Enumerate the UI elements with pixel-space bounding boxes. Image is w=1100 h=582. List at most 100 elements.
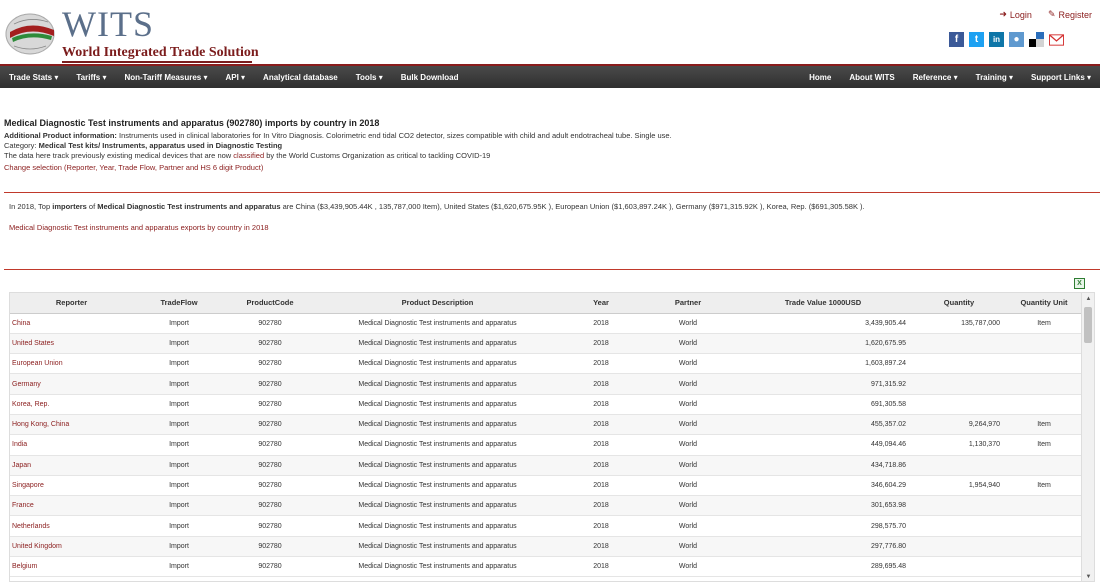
column-header[interactable]: Year <box>560 293 642 314</box>
table-cell: 902780 <box>225 414 315 436</box>
reporter-link[interactable]: India <box>10 434 133 456</box>
table-cell: 902780 <box>225 353 315 375</box>
scroll-thumb[interactable] <box>1084 307 1092 343</box>
table-cell: Import <box>133 414 225 436</box>
reporter-link[interactable]: China <box>10 313 133 334</box>
column-header[interactable]: Quantity Unit <box>1006 293 1082 314</box>
table-cell <box>912 495 1006 517</box>
reddit-icon[interactable]: ● <box>1009 32 1024 47</box>
table-cell: 1,130,370 <box>912 434 1006 456</box>
reporter-link[interactable]: Singapore <box>10 475 133 497</box>
linkedin-icon[interactable]: in <box>989 32 1004 47</box>
table-cell: World <box>642 434 734 456</box>
register-link[interactable]: ✎ Register <box>1048 9 1092 20</box>
table-cell: Item <box>1006 434 1082 456</box>
twitter-icon[interactable]: t <box>969 32 984 47</box>
globe-icon <box>5 13 55 55</box>
table-cell: 902780 <box>225 495 315 517</box>
table-cell: 2018 <box>560 434 642 456</box>
table-row[interactable]: India Import 902780 Medical Diagnostic Test… <box>10 434 1082 456</box>
table-cell: 902780 <box>225 556 315 578</box>
table-cell: World <box>642 475 734 497</box>
reporter-link[interactable]: Netherlands <box>10 515 133 537</box>
table-row[interactable]: France Import 902780 Medical Diagnostic Tes… <box>10 495 1082 517</box>
email-icon[interactable] <box>1049 32 1064 47</box>
table-row[interactable]: Hong Kong, China Import 902780 Medical Diag… <box>10 414 1082 436</box>
nav-item[interactable]: Home <box>800 73 840 82</box>
column-header[interactable]: ProductCode <box>225 293 315 314</box>
column-header[interactable]: Reporter <box>10 293 133 314</box>
table-cell: Medical Diagnostic Test instruments and … <box>315 373 560 395</box>
table-cell <box>1006 515 1082 537</box>
reporter-link[interactable]: European Union <box>10 353 133 375</box>
table-cell <box>1006 536 1082 558</box>
login-icon: ➜ <box>999 9 1007 19</box>
reporter-link[interactable]: France <box>10 495 133 517</box>
table-cell: Medical Diagnostic Test instruments and … <box>315 475 560 497</box>
reporter-link[interactable]: United States <box>10 333 133 355</box>
wits-logo[interactable]: WITS World Integrated Trade Solution <box>4 6 259 63</box>
table-cell: World <box>642 414 734 436</box>
table-row[interactable]: China Import 902780 Medical Diagnostic Test… <box>10 313 1082 334</box>
delicious-icon[interactable] <box>1029 32 1044 47</box>
nav-item[interactable]: Analytical database <box>254 73 347 82</box>
table-cell: Medical Diagnostic Test instruments and … <box>315 455 560 476</box>
nav-item[interactable]: API ▾ <box>216 73 254 82</box>
table-cell: 902780 <box>225 333 315 355</box>
table-cell: Import <box>133 556 225 578</box>
table-row[interactable]: Netherlands Import 902780 Medical Diagnosti… <box>10 515 1082 537</box>
reporter-link[interactable]: Hong Kong, China <box>10 414 133 436</box>
table-cell: Item <box>1006 313 1082 334</box>
change-selection-link[interactable]: Change selection (Reporter, Year, Trade … <box>4 163 1094 173</box>
scroll-up-icon[interactable]: ▲ <box>1082 293 1094 305</box>
table-row[interactable]: United States Import 902780 Medical Diagnos… <box>10 333 1082 355</box>
table-body: China Import 902780 Medical Diagnostic Test… <box>10 313 1082 578</box>
exports-link[interactable]: Medical Diagnostic Test instruments and … <box>9 223 269 232</box>
table-row[interactable]: Japan Import 902780 Medical Diagnostic Test… <box>10 455 1082 476</box>
nav-item[interactable]: Tools ▾ <box>347 73 392 82</box>
reporter-link[interactable]: United Kingdom <box>10 536 133 558</box>
table-cell <box>1006 353 1082 375</box>
column-header[interactable]: Product Description <box>315 293 560 314</box>
table-cell: World <box>642 495 734 517</box>
table-row[interactable]: Korea, Rep. Import 902780 Medical Diagnosti… <box>10 394 1082 415</box>
reporter-link[interactable]: Germany <box>10 373 133 395</box>
column-header[interactable]: Trade Value 1000USD <box>734 293 912 314</box>
column-header[interactable]: Quantity <box>912 293 1006 314</box>
table-cell <box>912 353 1006 375</box>
table-cell: Medical Diagnostic Test instruments and … <box>315 394 560 415</box>
table-cell: Import <box>133 495 225 517</box>
table-row[interactable]: Germany Import 902780 Medical Diagnostic Te… <box>10 373 1082 395</box>
table-row[interactable]: United Kingdom Import 902780 Medical Diagno… <box>10 536 1082 558</box>
login-link[interactable]: ➜ Login <box>999 9 1032 20</box>
table-cell: 1,603,897.24 <box>734 353 912 375</box>
classified-link[interactable]: classified <box>233 151 264 160</box>
nav-item[interactable]: Trade Stats ▾ <box>0 73 67 82</box>
excel-export-icon[interactable]: X <box>1074 278 1085 289</box>
nav-item[interactable]: Bulk Download <box>392 73 468 82</box>
reporter-link[interactable]: Korea, Rep. <box>10 394 133 415</box>
nav-item[interactable]: About WITS <box>840 73 903 82</box>
nav-item[interactable]: Training ▾ <box>967 73 1022 82</box>
edit-icon: ✎ <box>1047 9 1056 19</box>
table-row[interactable]: European Union Import 902780 Medical Diagno… <box>10 353 1082 375</box>
table-cell: 902780 <box>225 536 315 558</box>
column-header[interactable]: Partner <box>642 293 734 314</box>
column-header[interactable]: TradeFlow <box>133 293 225 314</box>
nav-item[interactable]: Reference ▾ <box>904 73 967 82</box>
table-cell: Import <box>133 455 225 476</box>
nav-item[interactable]: Tariffs ▾ <box>67 73 115 82</box>
table-cell <box>912 394 1006 415</box>
scroll-down-icon[interactable]: ▼ <box>1082 571 1094 581</box>
reporter-link[interactable]: Belgium <box>10 556 133 578</box>
table-cell: 301,653.98 <box>734 495 912 517</box>
table-cell <box>1006 373 1082 395</box>
table-row[interactable]: Singapore Import 902780 Medical Diagnostic … <box>10 475 1082 497</box>
table-cell: Medical Diagnostic Test instruments and … <box>315 313 560 334</box>
reporter-link[interactable]: Japan <box>10 455 133 476</box>
nav-item[interactable]: Support Links ▾ <box>1022 73 1100 82</box>
table-scrollbar[interactable]: ▲ ▼ <box>1081 293 1094 581</box>
nav-item[interactable]: Non-Tariff Measures ▾ <box>115 73 216 82</box>
table-row[interactable]: Belgium Import 902780 Medical Diagnostic Te… <box>10 556 1082 578</box>
facebook-icon[interactable]: f <box>949 32 964 47</box>
